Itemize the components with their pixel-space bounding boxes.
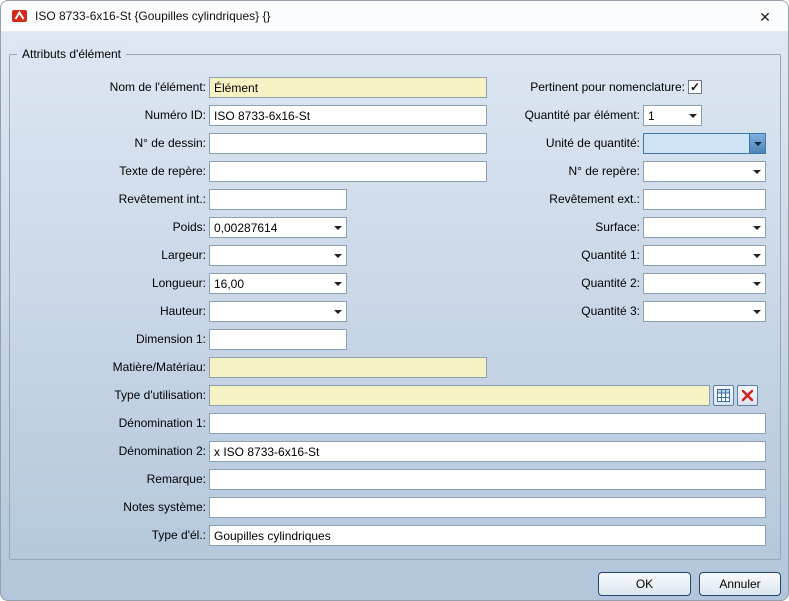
field-label: Poids: xyxy=(11,217,206,238)
cancel-button[interactable]: Annuler xyxy=(699,572,781,596)
field-label: Hauteur: xyxy=(11,301,206,322)
field-label: Dénomination 2: xyxy=(11,441,206,462)
field-label: Numéro ID: xyxy=(11,105,206,126)
titlebar[interactable]: ISO 8733-6x16-St {Goupilles cylindriques… xyxy=(1,1,788,32)
field-label: Largeur: xyxy=(11,245,206,266)
groupbox-title: Attributs d'élément xyxy=(17,47,126,62)
notes-systeme-input[interactable] xyxy=(209,497,766,518)
texte-repere-input[interactable] xyxy=(209,161,487,182)
no-dessin-input[interactable] xyxy=(209,133,487,154)
field-label: Pertinent pour nomenclature: xyxy=(475,77,685,98)
quantite1-value[interactable] xyxy=(644,246,749,265)
type-utilisation-input[interactable] xyxy=(209,385,710,406)
field-label: N° de dessin: xyxy=(11,133,206,154)
dimension1-input[interactable] xyxy=(209,329,347,350)
revetement-ext-input[interactable] xyxy=(643,189,766,210)
remarque-input[interactable] xyxy=(209,469,766,490)
quantite2-combo[interactable] xyxy=(643,273,766,294)
largeur-combo-value[interactable] xyxy=(210,246,330,265)
quantite-par-element-value[interactable] xyxy=(644,106,685,125)
field-label: Type d'utilisation: xyxy=(11,385,206,406)
ok-button[interactable]: OK xyxy=(598,572,691,596)
chevron-down-icon[interactable] xyxy=(749,246,765,265)
nom-element-input[interactable] xyxy=(209,77,487,98)
quantite-par-element-combo[interactable] xyxy=(643,105,702,126)
field-label: Unité de quantité: xyxy=(450,133,640,154)
chevron-down-icon[interactable] xyxy=(749,302,765,321)
chevron-down-icon[interactable] xyxy=(749,162,765,181)
field-label: Quantité 1: xyxy=(450,245,640,266)
chevron-down-icon[interactable] xyxy=(749,134,765,153)
surface-value[interactable] xyxy=(644,218,749,237)
field-label: Quantité 2: xyxy=(450,273,640,294)
quantite3-value[interactable] xyxy=(644,302,749,321)
chevron-down-icon[interactable] xyxy=(330,302,346,321)
unite-quantite-value[interactable] xyxy=(644,134,749,153)
field-label: Matière/Matériau: xyxy=(11,357,206,378)
quantite1-combo[interactable] xyxy=(643,245,766,266)
chevron-down-icon[interactable] xyxy=(330,218,346,237)
field-label: N° de repère: xyxy=(450,161,640,182)
no-repere-value[interactable] xyxy=(644,162,749,181)
field-label: Type d'él.: xyxy=(11,525,206,546)
field-label: Revêtement ext.: xyxy=(450,189,640,210)
app-icon xyxy=(11,7,29,25)
field-label: Dénomination 1: xyxy=(11,413,206,434)
table-icon xyxy=(717,389,730,402)
matiere-input[interactable] xyxy=(209,357,487,378)
delete-x-icon xyxy=(741,389,754,402)
chevron-down-icon[interactable] xyxy=(330,274,346,293)
chevron-down-icon[interactable] xyxy=(330,246,346,265)
chevron-down-icon[interactable] xyxy=(685,106,701,125)
field-label: Surface: xyxy=(450,217,640,238)
denomination2-input[interactable] xyxy=(209,441,766,462)
no-repere-combo[interactable] xyxy=(643,161,766,182)
hauteur-combo-value[interactable] xyxy=(210,302,330,321)
quantite3-combo[interactable] xyxy=(643,301,766,322)
field-label: Remarque: xyxy=(11,469,206,490)
checkmark-icon: ✓ xyxy=(690,81,700,93)
element-attributes-dialog: ISO 8733-6x16-St {Goupilles cylindriques… xyxy=(0,0,789,601)
field-label: Quantité par élément: xyxy=(450,105,640,126)
field-label: Dimension 1: xyxy=(11,329,206,350)
close-icon[interactable]: ✕ xyxy=(750,5,780,29)
clear-type-button[interactable] xyxy=(737,385,758,406)
longueur-combo-value[interactable] xyxy=(210,274,330,293)
chevron-down-icon[interactable] xyxy=(749,274,765,293)
window-title: ISO 8733-6x16-St {Goupilles cylindriques… xyxy=(35,1,270,32)
field-label: Nom de l'élément: xyxy=(11,77,206,98)
pertinent-checkbox[interactable]: ✓ xyxy=(688,80,702,94)
field-label: Longueur: xyxy=(11,273,206,294)
poids-combo[interactable] xyxy=(209,217,347,238)
field-label: Quantité 3: xyxy=(450,301,640,322)
largeur-combo[interactable] xyxy=(209,245,347,266)
revetement-int-input[interactable] xyxy=(209,189,347,210)
poids-combo-value[interactable] xyxy=(210,218,330,237)
surface-combo[interactable] xyxy=(643,217,766,238)
chevron-down-icon[interactable] xyxy=(749,218,765,237)
field-label: Texte de repère: xyxy=(11,161,206,182)
field-label: Revêtement int.: xyxy=(11,189,206,210)
browse-type-button[interactable] xyxy=(713,385,734,406)
numero-id-input[interactable] xyxy=(209,105,487,126)
hauteur-combo[interactable] xyxy=(209,301,347,322)
type-el-input[interactable] xyxy=(209,525,766,546)
unite-quantite-combo[interactable] xyxy=(643,133,766,154)
longueur-combo[interactable] xyxy=(209,273,347,294)
denomination1-input[interactable] xyxy=(209,413,766,434)
quantite2-value[interactable] xyxy=(644,274,749,293)
field-label: Notes système: xyxy=(11,497,206,518)
